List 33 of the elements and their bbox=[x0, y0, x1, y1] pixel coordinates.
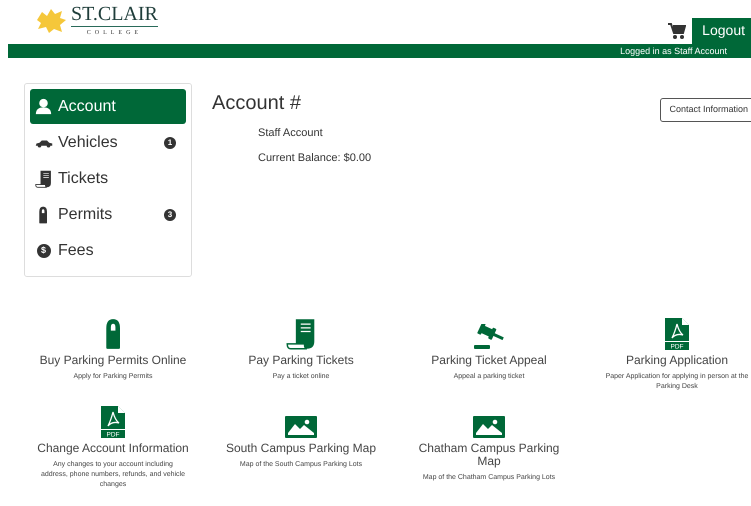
count-badge: 3 bbox=[164, 209, 176, 221]
sidebar-item[interactable]: Account bbox=[30, 89, 186, 124]
tile-link[interactable]: Buy Parking Permits Online bbox=[22, 354, 204, 367]
dollar-icon: $ bbox=[36, 244, 50, 258]
door-hanger-icon bbox=[38, 206, 49, 224]
tile-link[interactable]: South Campus Parking Map bbox=[208, 442, 394, 455]
person-icon bbox=[35, 98, 52, 115]
receipt-icon bbox=[286, 318, 316, 350]
image-icon bbox=[473, 416, 505, 438]
sidebar-item[interactable]: $ Fees bbox=[30, 233, 186, 269]
tile-link[interactable]: Chatham Campus Parking Map bbox=[395, 442, 583, 468]
receipt-icon bbox=[35, 170, 52, 188]
logo-emblem-icon bbox=[35, 8, 67, 34]
logo-name: ST.CLAIR bbox=[71, 4, 158, 27]
sidebar-item[interactable]: Vehicles 1 bbox=[30, 125, 186, 161]
tile-link[interactable]: Parking Application bbox=[608, 354, 746, 367]
gavel-icon bbox=[474, 324, 504, 350]
tile-link[interactable]: Pay Parking Tickets bbox=[230, 354, 372, 367]
logged-in-text: Logged in as Staff Account bbox=[620, 46, 727, 56]
sidebar-item[interactable]: Tickets bbox=[30, 161, 186, 197]
car-icon bbox=[34, 138, 52, 148]
count-badge: 1 bbox=[164, 137, 176, 149]
tile-link[interactable]: Parking Ticket Appeal bbox=[413, 354, 565, 367]
contact-information-button[interactable]: Contact Information bbox=[660, 98, 751, 122]
account-name: Staff Account bbox=[258, 128, 324, 139]
sidebar-item[interactable]: Permits 3 bbox=[30, 197, 186, 233]
balance-text: Current Balance: $0.00 bbox=[258, 153, 372, 164]
logout-button[interactable]: Logout bbox=[692, 18, 751, 44]
door-hanger-icon bbox=[104, 318, 122, 350]
tile-link[interactable]: Change Account Information bbox=[19, 442, 207, 455]
cart-icon[interactable] bbox=[668, 22, 686, 40]
account-title: Account # bbox=[212, 91, 301, 115]
image-icon bbox=[285, 416, 317, 438]
